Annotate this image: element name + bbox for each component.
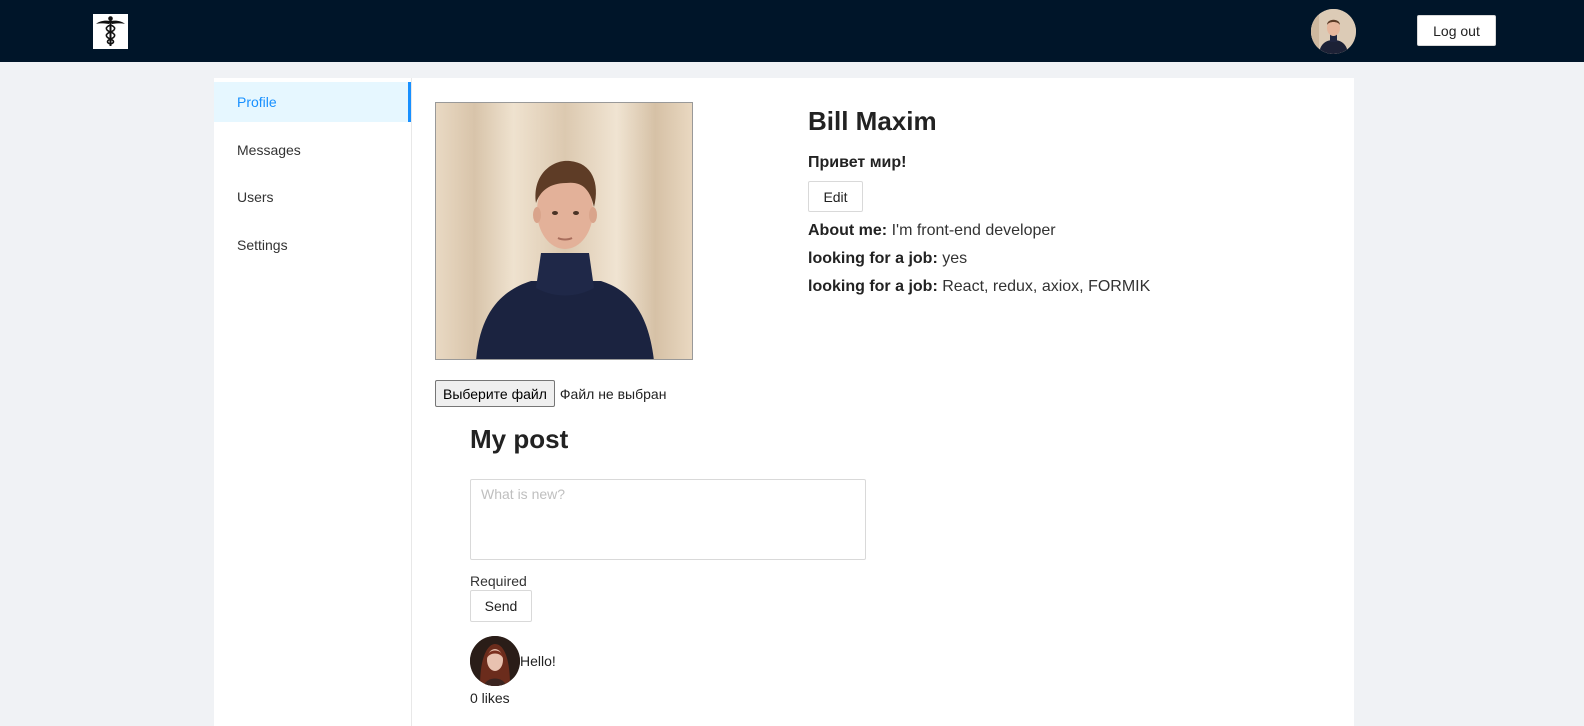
- about-me-label: About me:: [808, 222, 888, 239]
- profile-status[interactable]: Привет мир!: [808, 154, 1328, 172]
- job-label: looking for a job:: [808, 250, 938, 267]
- sidebar-menu: Profile Messages Users Settings: [214, 78, 412, 726]
- post-likes: 0 likes: [470, 690, 510, 706]
- job-line: looking for a job: yes: [808, 250, 1328, 268]
- skills-value: React, redux, axiox, FORMIK: [942, 278, 1151, 295]
- job-value: yes: [942, 250, 968, 267]
- profile-info: Bill Maxim Привет мир! Edit About me: I'…: [808, 102, 1328, 296]
- send-button[interactable]: Send: [470, 590, 532, 622]
- sidebar-item-users[interactable]: Users: [214, 177, 411, 217]
- choose-file-button[interactable]: Выберите файл: [435, 380, 555, 407]
- logout-button[interactable]: Log out: [1417, 15, 1496, 46]
- edit-button[interactable]: Edit: [808, 181, 863, 212]
- posts-title: My post: [470, 424, 569, 454]
- file-status: Файл не выбран: [559, 385, 667, 402]
- post-avatar: [470, 636, 520, 686]
- user-avatar[interactable]: [1311, 9, 1356, 54]
- profile-content: Выберите файл Файл не выбран Bill Maxim …: [412, 78, 1354, 726]
- app-header: Log out: [0, 0, 1584, 62]
- post-item: Hello!: [470, 636, 866, 686]
- sidebar-item-messages[interactable]: Messages: [214, 130, 411, 170]
- sidebar-item-profile[interactable]: Profile: [214, 82, 411, 122]
- post-text: Hello!: [520, 653, 556, 669]
- about-me-value: I'm front-end developer: [891, 222, 1056, 239]
- posts-section: My post Required Send Hello! 0 likes: [470, 424, 866, 706]
- about-me-line: About me: I'm front-end developer: [808, 222, 1328, 240]
- profile-photo: [435, 102, 693, 360]
- main-layout: Profile Messages Users Settings Выберите…: [214, 78, 1354, 726]
- caduceus-logo-icon[interactable]: [93, 14, 128, 49]
- skills-label: looking for a job:: [808, 278, 938, 295]
- skills-line: looking for a job: React, redux, axiox, …: [808, 278, 1328, 296]
- new-post-input[interactable]: [470, 479, 866, 560]
- profile-name: Bill Maxim: [808, 106, 937, 136]
- sidebar-item-settings[interactable]: Settings: [214, 225, 411, 265]
- file-upload: Выберите файл Файл не выбран: [435, 380, 666, 407]
- validation-message: Required: [470, 573, 527, 589]
